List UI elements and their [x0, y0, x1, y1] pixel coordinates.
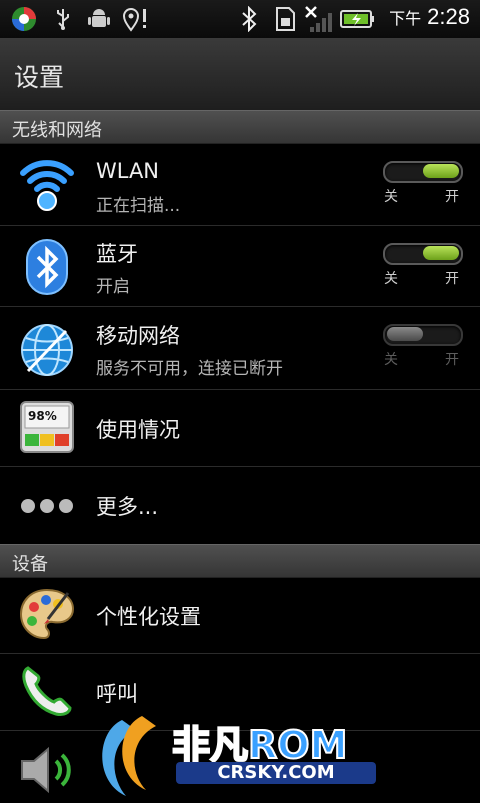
section-label: 设备	[12, 554, 48, 575]
battery-usage-icon: 98%	[18, 398, 76, 456]
toggle-off-label: 关	[384, 352, 398, 368]
bluetooth-status-icon	[238, 5, 260, 33]
watermark-site: CRSKY.COM	[176, 762, 376, 784]
row-title: 更多...	[96, 495, 159, 519]
status-bar: 下午 2:28	[0, 0, 480, 39]
bluetooth-icon	[18, 238, 76, 296]
watermark-brand: 非凡ROM	[171, 722, 348, 768]
sim-card-icon	[272, 5, 298, 33]
row-subtitle: 正在扫描...	[96, 196, 181, 216]
toggle-knob	[423, 246, 459, 260]
more-dots-icon	[18, 477, 76, 535]
row-title: 蓝牙	[96, 242, 138, 266]
page-title: 设置	[14, 63, 65, 92]
clock-time: 2:28	[427, 4, 470, 29]
usb-icon	[50, 5, 76, 33]
toggle-off-label: 关	[384, 271, 398, 287]
setting-row-bluetooth[interactable]: 蓝牙 开启 关 开	[0, 226, 480, 307]
setting-row-more[interactable]: 更多...	[0, 467, 480, 543]
clock: 下午 2:28	[389, 4, 470, 30]
palette-icon	[18, 585, 76, 643]
row-title: 呼叫	[96, 682, 138, 706]
phone-icon	[18, 662, 76, 720]
setting-row-personalize[interactable]: 个性化设置	[0, 577, 480, 654]
wlan-toggle[interactable]	[383, 161, 463, 183]
row-title: 个性化设置	[96, 605, 201, 629]
speaker-icon	[18, 741, 76, 799]
clock-ampm: 下午	[389, 11, 422, 28]
battery-charging-icon	[340, 5, 376, 33]
row-title: WLAN	[96, 159, 160, 183]
toggle-knob	[423, 164, 459, 178]
globe-network-icon	[18, 321, 76, 379]
setting-row-usage[interactable]: 98% 使用情况	[0, 390, 480, 467]
location-alert-icon	[120, 5, 152, 33]
toggle-on-label: 开	[445, 352, 459, 368]
row-title: 移动网络	[96, 324, 180, 348]
row-subtitle: 开启	[96, 277, 130, 297]
row-title: 使用情况	[96, 418, 180, 442]
android-debug-icon	[86, 5, 112, 33]
section-header-device: 设备	[0, 544, 480, 578]
row-subtitle: 服务不可用，连接已断开	[96, 359, 283, 379]
setting-row-wlan[interactable]: WLAN 正在扫描... 关 开	[0, 143, 480, 226]
section-label: 无线和网络	[12, 120, 102, 141]
wifi-icon	[18, 155, 76, 213]
toggle-on-label: 开	[445, 189, 459, 205]
toggle-off-label: 关	[384, 189, 398, 205]
toggle-on-label: 开	[445, 271, 459, 287]
app-logo-icon	[8, 5, 40, 33]
usage-icon-text: 98%	[28, 409, 57, 423]
watermark-logo: 非凡ROM CRSKY.COM	[92, 712, 392, 800]
title-bar: 设置	[0, 38, 480, 111]
bluetooth-toggle[interactable]	[383, 243, 463, 265]
setting-row-mobile-network[interactable]: 移动网络 服务不可用，连接已断开 关 开	[0, 307, 480, 390]
signal-strength-icon	[304, 5, 338, 33]
section-header-wireless: 无线和网络	[0, 110, 480, 144]
mobile-network-toggle[interactable]	[383, 324, 463, 346]
toggle-knob	[387, 327, 423, 341]
